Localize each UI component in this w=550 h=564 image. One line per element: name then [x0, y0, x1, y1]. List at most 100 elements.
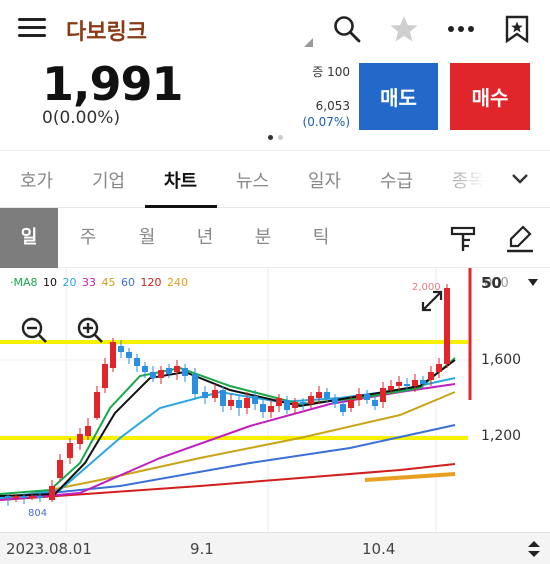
candle-body	[308, 396, 314, 404]
tab-bar: 호가 기업 차트 뉴스 일자 수급 종목	[0, 150, 550, 208]
candle-body	[252, 396, 258, 404]
app-header: 다보링크	[0, 0, 550, 60]
tab-company[interactable]: 기업	[92, 167, 125, 193]
stock-name: 다보링크	[66, 20, 147, 45]
price-change: 0(0.00%)	[42, 108, 121, 128]
candle-body	[324, 392, 330, 398]
legend-item: 33	[82, 276, 97, 289]
candle-body	[372, 400, 378, 406]
star-icon[interactable]	[389, 14, 419, 44]
candle-body	[166, 368, 172, 374]
legend-item: 10	[43, 276, 58, 289]
corner-indicator	[304, 38, 313, 47]
candle-body	[182, 368, 188, 376]
legend-item: 45	[101, 276, 116, 289]
draw-tool-icon[interactable]	[505, 224, 535, 254]
scroll-arrows-icon[interactable]	[528, 541, 540, 557]
candle-body	[134, 358, 140, 366]
candle-body	[364, 394, 370, 400]
candle-body	[57, 460, 63, 478]
candle-body	[102, 364, 108, 388]
bookmark-icon[interactable]	[502, 14, 532, 44]
x-label-sep: 9.1	[190, 540, 214, 558]
volume: 6,053	[315, 99, 350, 113]
candle-body	[118, 346, 124, 352]
moving-average-line	[364, 472, 456, 482]
menu-icon[interactable]	[18, 16, 46, 40]
candle-body	[110, 342, 116, 368]
price-chart[interactable]: 2,000804	[0, 268, 550, 532]
candle-body	[67, 443, 73, 458]
y-tick-1200: 1,200	[481, 428, 522, 444]
legend-item: 60	[121, 276, 136, 289]
candle-body	[396, 382, 402, 386]
candle-body	[388, 386, 394, 390]
candle-body	[436, 364, 442, 372]
min-label: 804	[28, 508, 47, 519]
candle-body	[444, 288, 450, 364]
period-tick[interactable]: 틱	[292, 208, 350, 268]
x-label-oct: 10.4	[362, 540, 396, 558]
current-price: 1,991	[42, 57, 184, 111]
candle-body	[356, 394, 362, 400]
candle-body	[292, 402, 298, 408]
candle-body	[420, 380, 426, 384]
caret-down-icon[interactable]	[528, 279, 538, 287]
period-minute[interactable]: 분	[234, 208, 292, 268]
tab-chart[interactable]: 차트	[164, 167, 197, 193]
tab-daily[interactable]: 일자	[308, 167, 341, 193]
orderbook-summary: 증 100 6,053 (0.07%)	[303, 64, 350, 130]
candle-body	[380, 388, 386, 402]
candle-body	[192, 374, 198, 394]
candle-body	[94, 392, 100, 418]
candle-body	[174, 366, 180, 372]
candle-body	[348, 400, 354, 408]
candle-body	[284, 400, 290, 410]
candle-body	[316, 392, 322, 398]
tab-fade	[440, 151, 500, 207]
candle-body	[126, 352, 132, 358]
candle-body	[220, 390, 226, 406]
volume-percent: (0.07%)	[302, 115, 350, 129]
period-week[interactable]: 주	[59, 208, 117, 268]
candle-body	[276, 398, 282, 406]
candle-body	[228, 400, 234, 406]
candle-body	[412, 380, 418, 386]
candle-body	[340, 404, 346, 412]
orderbook-line: 증 100	[312, 65, 350, 79]
zoom-out-icon[interactable]	[20, 316, 48, 344]
candle-body	[37, 496, 43, 498]
candle-body	[244, 398, 250, 408]
candle-body	[300, 402, 306, 404]
candle-body	[212, 390, 218, 398]
buy-button[interactable]: 매수	[450, 63, 530, 130]
candle-body	[5, 496, 11, 498]
tab-news[interactable]: 뉴스	[236, 167, 269, 193]
period-month[interactable]: 월	[118, 208, 176, 268]
zoom-value: 50	[481, 274, 502, 292]
candle-body	[21, 496, 27, 498]
tab-orderbook[interactable]: 호가	[20, 167, 53, 193]
sell-button[interactable]: 매도	[359, 63, 438, 130]
more-icon[interactable]	[446, 14, 476, 44]
candle-body	[404, 384, 410, 386]
zoom-in-icon[interactable]	[76, 316, 104, 344]
search-icon[interactable]	[332, 14, 362, 44]
moving-average-line	[0, 359, 456, 497]
legend-item: 20	[62, 276, 77, 289]
candle-body	[142, 366, 148, 372]
period-day[interactable]: 일	[0, 208, 58, 268]
period-year[interactable]: 년	[176, 208, 234, 268]
chevron-down-icon[interactable]	[510, 169, 530, 189]
candle-body	[49, 486, 55, 500]
candle-body	[150, 372, 156, 378]
candle-body	[268, 406, 274, 412]
tab-supply[interactable]: 수급	[380, 167, 413, 193]
candle-body	[29, 496, 35, 498]
ma-legend: ·MA8 10 20 33 45 60 120 240	[10, 276, 190, 289]
y-tick-1600: 1,600	[481, 352, 522, 368]
moving-average-line	[0, 357, 456, 495]
candle-body	[428, 372, 434, 380]
indicator-tool-icon[interactable]	[449, 224, 479, 254]
quote-panel: 1,991 0(0.00%)	[42, 57, 184, 128]
